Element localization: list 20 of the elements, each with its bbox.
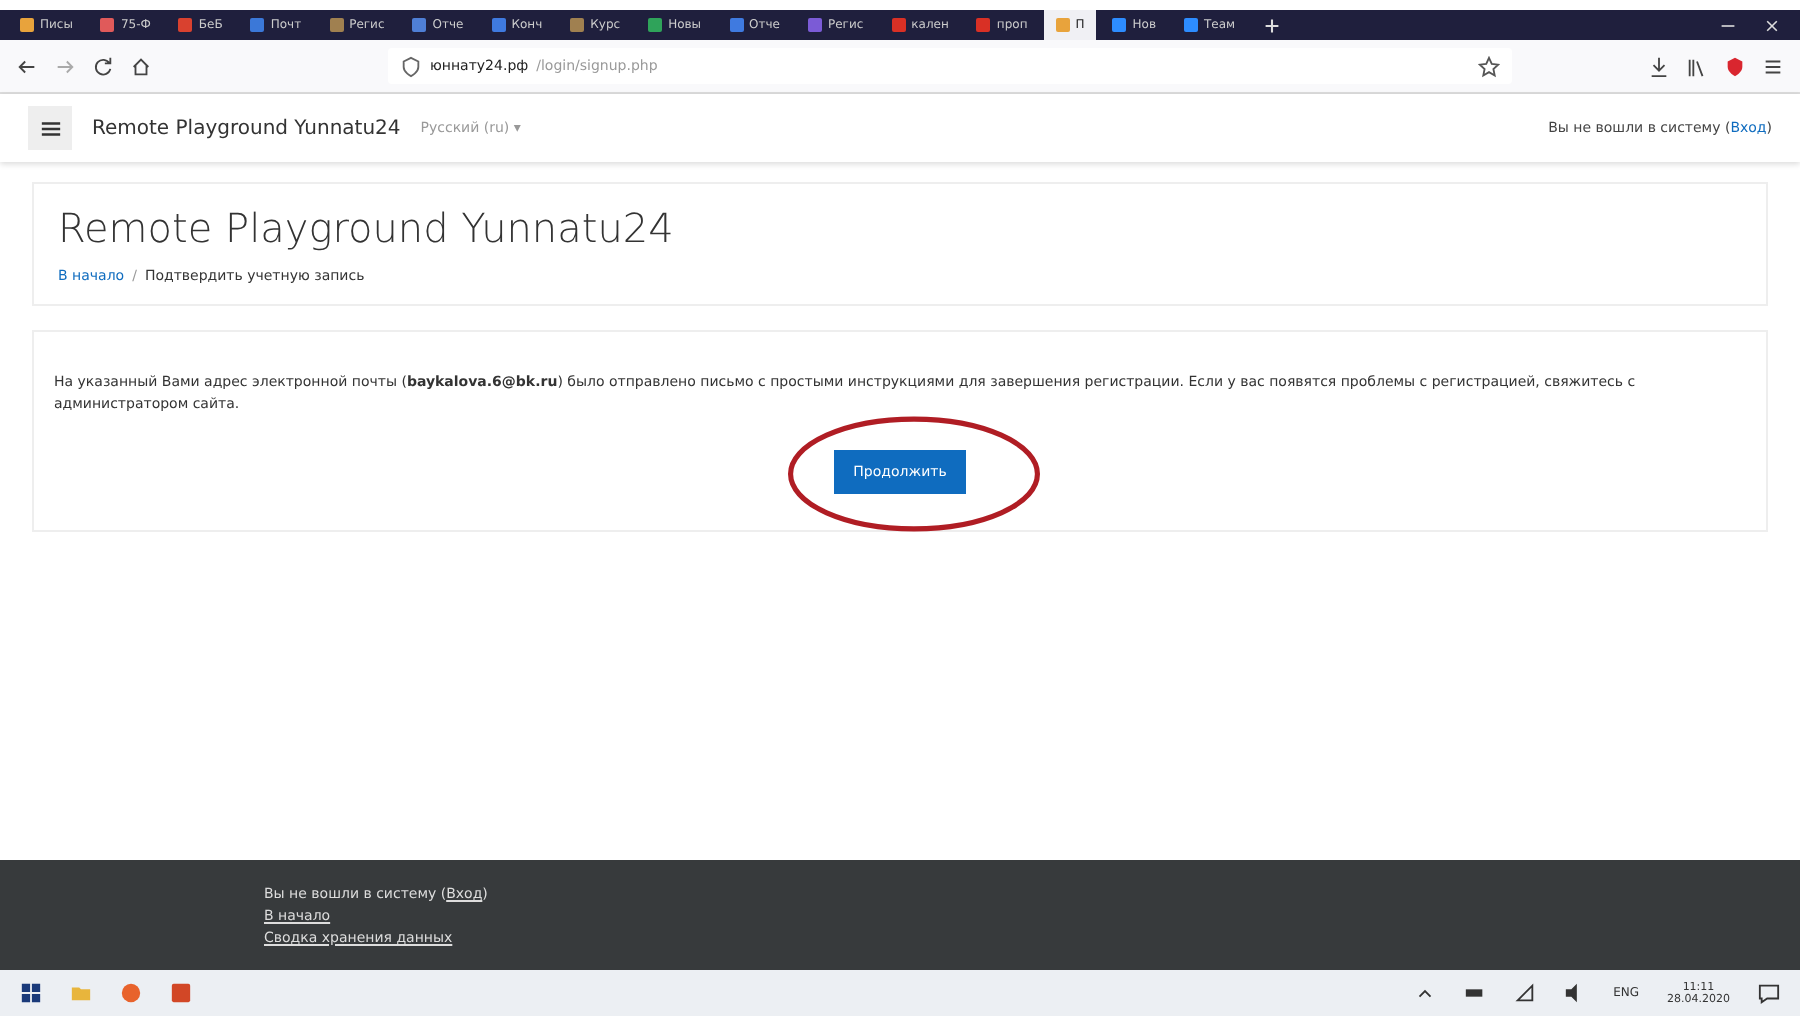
menu-icon: [39, 117, 61, 139]
close-icon[interactable]: [1764, 17, 1780, 33]
star-icon[interactable]: [1478, 55, 1500, 77]
browser-icon[interactable]: [120, 982, 142, 1004]
shield-icon: [400, 55, 422, 77]
site-name[interactable]: Remote Playground Yunnatu24: [92, 117, 401, 139]
menu-icon[interactable]: [1762, 55, 1784, 77]
menu-button[interactable]: [28, 106, 72, 150]
back-icon[interactable]: [16, 55, 38, 77]
presentation-icon[interactable]: [170, 982, 192, 1004]
page-title: Remote Playground Yunnatu24: [58, 204, 676, 252]
network-icon[interactable]: [1513, 982, 1536, 1004]
download-icon[interactable]: [1648, 55, 1670, 77]
reload-icon[interactable]: [92, 55, 114, 77]
new-tab-icon[interactable]: [1263, 17, 1280, 33]
notification-icon[interactable]: [1758, 982, 1780, 1004]
library-icon[interactable]: [1686, 55, 1708, 77]
home-icon[interactable]: [130, 55, 152, 77]
shield-icon[interactable]: [1724, 55, 1746, 77]
windows-icon[interactable]: [20, 982, 42, 1004]
